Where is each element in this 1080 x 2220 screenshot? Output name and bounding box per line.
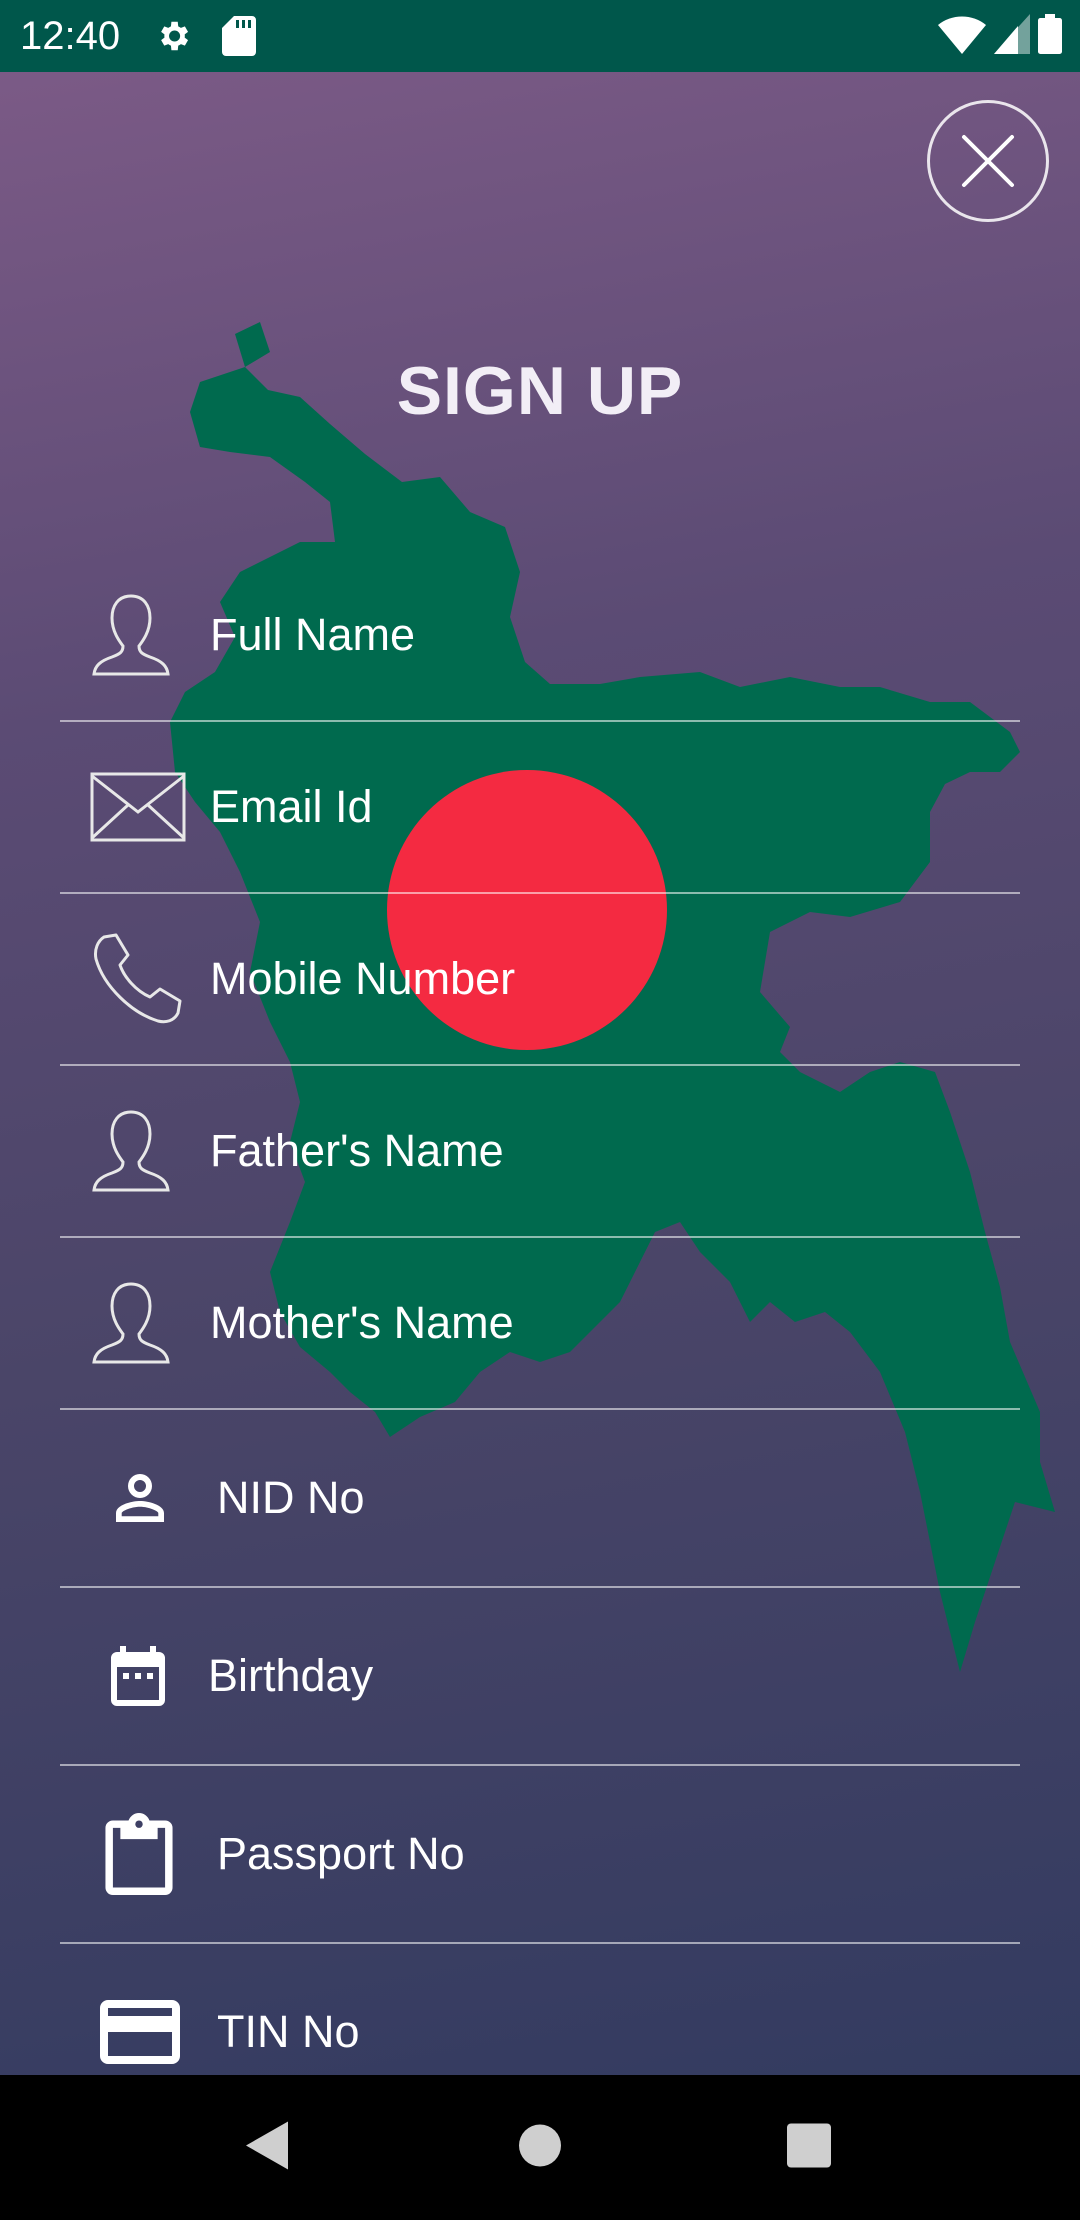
recents-icon[interactable] [786, 2122, 832, 2173]
email-label: Email Id [210, 781, 373, 832]
credit-card-icon [96, 1996, 184, 2068]
settings-icon [154, 17, 192, 55]
status-bar: 12:40 [0, 0, 1080, 72]
mobile-number-label: Mobile Number [210, 953, 516, 1004]
tin-label: TIN No [217, 2006, 360, 2057]
birthday-label: Birthday [208, 1650, 374, 1701]
sd-card-icon [222, 16, 257, 56]
back-icon[interactable] [244, 2119, 290, 2176]
birthday-field[interactable]: Birthday [60, 1588, 1020, 1766]
nid-label: NID No [217, 1472, 365, 1523]
email-field[interactable]: Email Id [60, 722, 1020, 894]
battery-icon [1030, 14, 1062, 59]
person-outline-icon [90, 1280, 172, 1366]
mothers-name-field[interactable]: Mother's Name [60, 1238, 1020, 1410]
mobile-number-field[interactable]: Mobile Number [60, 894, 1020, 1066]
wifi-icon [930, 14, 986, 59]
nid-field[interactable]: NID No [60, 1410, 1020, 1588]
home-icon[interactable] [518, 2123, 562, 2172]
fathers-name-label: Father's Name [210, 1125, 504, 1176]
close-icon [962, 135, 1014, 187]
status-time: 12:40 [20, 14, 121, 58]
full-name-label: Full Name [210, 609, 416, 660]
fathers-name-field[interactable]: Father's Name [60, 1066, 1020, 1238]
mothers-name-label: Mother's Name [210, 1297, 514, 1348]
sign-up-form: Full Name Email Id Mobile Number Father'… [60, 550, 1020, 2075]
clipboard-icon [98, 1808, 180, 1900]
full-name-field[interactable]: Full Name [60, 550, 1020, 722]
passport-label: Passport No [217, 1828, 465, 1879]
close-button[interactable] [927, 100, 1049, 222]
person-outline-icon [90, 1108, 172, 1194]
tin-field[interactable]: TIN No [60, 1944, 1020, 2075]
person-outline-icon [90, 592, 172, 678]
phone-icon [90, 931, 186, 1027]
status-right-icons [930, 14, 1062, 59]
calendar-icon [102, 1640, 174, 1712]
person-icon [104, 1462, 176, 1534]
sign-up-screen: SIGN UP Full Name Email Id Mobile Number [0, 72, 1080, 2075]
navigation-bar [0, 2075, 1080, 2220]
envelope-icon [90, 772, 186, 842]
page-title: SIGN UP [396, 353, 684, 429]
signal-icon [986, 14, 1030, 59]
passport-field[interactable]: Passport No [60, 1766, 1020, 1944]
